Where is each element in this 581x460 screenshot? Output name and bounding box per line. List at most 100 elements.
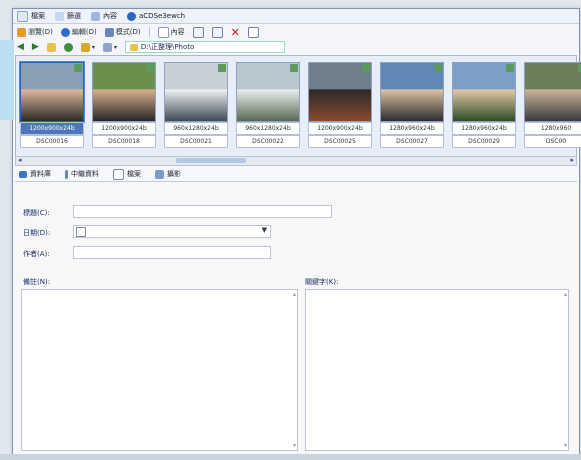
edit-icon [60, 27, 70, 37]
properties-button[interactable] [247, 26, 259, 38]
thumbnail-image [164, 62, 228, 122]
tag-icon [434, 64, 442, 72]
back-icon: ◀ [17, 42, 24, 52]
chevron-down-icon: ▾ [91, 43, 95, 51]
database-icon [19, 170, 27, 178]
thumbnail-dimensions: 1200x900x24b [308, 122, 372, 135]
scroll-right-icon[interactable]: ▸ [570, 156, 574, 164]
date-picker[interactable]: ▼ [73, 225, 271, 238]
browse-button[interactable]: 瀏覽(D) [17, 27, 53, 37]
thumbnail-image [452, 62, 516, 122]
menu-filter-label: 篩選 [67, 12, 81, 20]
thumbnail-image [308, 62, 372, 122]
date-checkbox[interactable] [76, 226, 86, 237]
keywords-textarea[interactable]: ▴ ▾ [305, 289, 569, 451]
view-mode-button[interactable]: 模式(D) [104, 27, 141, 37]
notes-textarea[interactable]: ▴ ▾ [21, 289, 298, 451]
author-field[interactable] [73, 246, 271, 259]
file-tab-icon [113, 168, 124, 180]
tag-icon [290, 64, 298, 72]
thumbnail-filename: DSC00 [524, 135, 581, 148]
tab-metadata[interactable]: 中繼資料 [65, 169, 99, 179]
notes-scrollbar[interactable]: ▴ ▾ [290, 291, 296, 449]
refresh-button[interactable] [63, 42, 73, 52]
view-button[interactable]: ▾ [102, 42, 117, 52]
delete-icon: ✕ [230, 25, 240, 39]
thumbnail-strip: 1200x900x24b DSC00016 1200x900x24b DSC00018… [15, 55, 581, 157]
chevron-down-icon: ▾ [113, 43, 117, 51]
path-text: D:\正整理\Photo [140, 43, 195, 51]
thumbnail-dimensions: 1200x900x24b [20, 122, 84, 135]
tag-icon [146, 64, 154, 72]
menu-filter[interactable]: 篩選 [55, 11, 81, 21]
thumbnail-item[interactable]: 1200x900x24b DSC00016 [20, 62, 84, 148]
thumbnail-item[interactable]: 1200x900x24b DSC00025 [308, 62, 372, 148]
thumbnail-item[interactable]: 960x1280x24b DSC00022 [236, 62, 300, 148]
scroll-left-icon[interactable]: ◂ [18, 156, 22, 164]
tab-photo[interactable]: 攝影 [155, 169, 181, 179]
thumbnail-image [92, 62, 156, 122]
thumbnail-dimensions: 1280x960x24b [380, 122, 444, 135]
forward-button[interactable]: ▶ [32, 42, 39, 52]
edit-label: 編輯(D) [71, 28, 97, 36]
back-button[interactable]: ◀ [17, 42, 24, 52]
toolbar-separator [148, 27, 150, 37]
copy-button[interactable] [192, 26, 204, 38]
tab-photo-label: 攝影 [167, 170, 181, 178]
title-field[interactable] [73, 205, 332, 218]
filter-icon [55, 11, 64, 21]
edit-button[interactable]: 編輯(D) [60, 27, 97, 37]
thumbnail-item[interactable]: 1280x960 DSC00 [524, 62, 581, 148]
scroll-down-icon[interactable]: ▾ [293, 442, 296, 449]
info-icon [157, 26, 169, 38]
thumbnail-item[interactable]: 960x1280x24b DSC00021 [164, 62, 228, 148]
acdsee-icon [127, 11, 136, 21]
thumbnail-item[interactable]: 1280x960x24b DSC00029 [452, 62, 516, 148]
paste-button[interactable] [211, 26, 223, 38]
thumbnail-image [236, 62, 300, 122]
favorites-button[interactable]: ▾ [80, 42, 95, 52]
navigation-toolbar: ◀ ▶ ▾ ▾ D:\正整理\Photo [13, 40, 579, 54]
menu-acdsee[interactable]: aCDSe3ewch [127, 11, 185, 21]
browse-icon [17, 27, 26, 37]
horizontal-scrollbar[interactable]: ◂ ▸ [15, 156, 577, 166]
folder-icon [129, 43, 138, 51]
scroll-down-icon[interactable]: ▾ [564, 442, 567, 449]
thumbnail-image [380, 62, 444, 122]
tag-icon [218, 64, 226, 72]
scroll-thumb[interactable] [176, 158, 246, 163]
date-label: 日期(D): [23, 229, 51, 237]
property-tabs: 資料庫 中繼資料 檔案 攝影 [15, 167, 577, 182]
metadata-icon [65, 169, 68, 179]
keywords-label: 關鍵字(K): [305, 278, 339, 286]
thumbnail-item[interactable]: 1280x960x24b DSC00027 [380, 62, 444, 148]
folder-up-button[interactable] [46, 42, 56, 52]
properties-icon [247, 26, 259, 38]
menu-file-label: 檔案 [31, 12, 45, 20]
info-button[interactable]: 內容 [157, 26, 185, 38]
keywords-scrollbar[interactable]: ▴ ▾ [561, 291, 567, 449]
view-mode-label: 模式(D) [115, 28, 141, 36]
copy-icon [192, 26, 204, 38]
acdsee-window: 檔案 篩選 內容 aCDSe3ewch 瀏覽(D) 編輯(D) 模式(D) 內容… [12, 8, 581, 458]
thumbnail-filename: DSC00016 [20, 135, 84, 148]
thumbnail-filename: DSC00025 [308, 135, 372, 148]
scroll-up-icon[interactable]: ▴ [293, 291, 296, 298]
chevron-down-icon[interactable]: ▼ [262, 226, 267, 234]
photo-icon [155, 169, 164, 179]
delete-button[interactable]: ✕ [230, 25, 240, 39]
menu-view[interactable]: 內容 [91, 11, 117, 21]
thumbnail-filename: DSC00021 [164, 135, 228, 148]
thumbnail-view-icon [102, 42, 112, 52]
path-field[interactable]: D:\正整理\Photo [124, 41, 285, 53]
scroll-up-icon[interactable]: ▴ [564, 291, 567, 298]
decorative-glow [0, 40, 14, 120]
tab-file[interactable]: 檔案 [113, 168, 141, 180]
title-label: 標題(C): [23, 209, 50, 217]
thumbnail-dimensions: 1280x960x24b [452, 122, 516, 135]
menu-file[interactable]: 檔案 [17, 10, 45, 22]
thumbnail-dimensions: 1280x960 [524, 122, 581, 135]
view-mode-icon [104, 27, 114, 37]
tab-database[interactable]: 資料庫 [19, 169, 51, 179]
thumbnail-item[interactable]: 1200x900x24b DSC00018 [92, 62, 156, 148]
